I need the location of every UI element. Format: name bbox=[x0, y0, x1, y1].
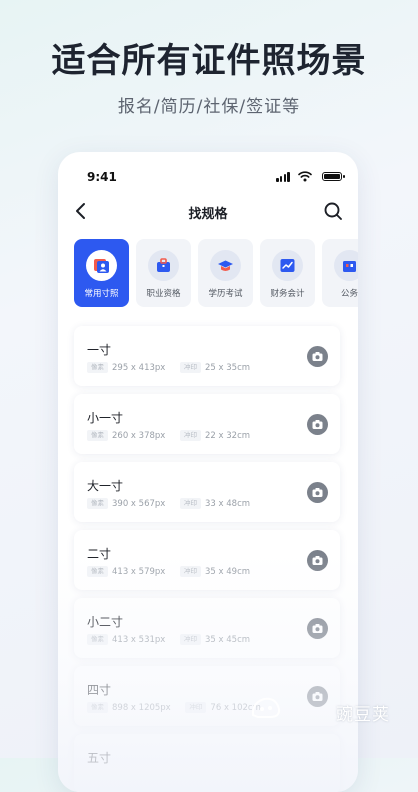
pixel-size: 295 x 413px bbox=[112, 362, 166, 373]
watermark-text: 豌豆荚 bbox=[336, 705, 390, 725]
category-label: 财务会计 bbox=[270, 289, 305, 299]
print-tag: 冲印 bbox=[180, 362, 202, 373]
nav-bar: 找规格 bbox=[58, 196, 358, 228]
spec-name: 大一寸 bbox=[87, 479, 124, 493]
signal-icon bbox=[276, 172, 290, 182]
spec-name: 一寸 bbox=[87, 343, 112, 357]
status-bar: 9:41 bbox=[58, 152, 358, 192]
spec-meta: 像素 413 x 531px 冲印 35 x 45cm bbox=[87, 634, 262, 646]
spec-meta: 像素 260 x 378px 冲印 22 x 32cm bbox=[87, 430, 262, 442]
category-tab-professional[interactable]: 职业资格 bbox=[136, 239, 191, 307]
spec-name: 四寸 bbox=[87, 683, 112, 697]
spec-name: 二寸 bbox=[87, 547, 112, 561]
pixel-tag: 像素 bbox=[87, 634, 108, 645]
status-time: 9:41 bbox=[87, 170, 117, 184]
category-tabs: 常用寸照 职业资格 学历考试 财务会计 公务 bbox=[74, 239, 358, 307]
pixel-tag: 像素 bbox=[87, 498, 108, 509]
print-size: 35 x 45cm bbox=[205, 634, 251, 645]
search-icon[interactable] bbox=[322, 200, 344, 222]
spec-card[interactable]: 大一寸 像素 390 x 567px 冲印 33 x 48cm bbox=[74, 462, 340, 522]
pixel-tag: 像素 bbox=[87, 702, 108, 713]
spec-name: 小二寸 bbox=[87, 615, 124, 629]
print-tag: 冲印 bbox=[180, 634, 202, 645]
spec-card[interactable]: 五寸 bbox=[74, 734, 340, 792]
spec-meta: 像素 295 x 413px 冲印 25 x 35cm bbox=[87, 362, 262, 374]
spec-meta: 像素 390 x 567px 冲印 33 x 48cm bbox=[87, 498, 262, 510]
camera-icon[interactable] bbox=[307, 346, 328, 367]
category-tab-civil[interactable]: 公务 bbox=[322, 239, 358, 307]
camera-icon[interactable] bbox=[307, 618, 328, 639]
pixel-size: 898 x 1205px bbox=[112, 702, 171, 713]
pixel-size: 390 x 567px bbox=[112, 498, 166, 509]
spec-name: 小一寸 bbox=[87, 411, 124, 425]
category-tab-common[interactable]: 常用寸照 bbox=[74, 239, 129, 307]
building-icon bbox=[334, 250, 358, 281]
phone-frame: 9:41 找规格 常用寸照 职业资格 学历考试 财务会计 公务 一寸 像素 29… bbox=[58, 152, 358, 792]
pixel-size: 413 x 579px bbox=[112, 566, 166, 577]
page-title: 找规格 bbox=[188, 207, 228, 222]
chart-icon bbox=[272, 250, 303, 281]
print-tag: 冲印 bbox=[180, 430, 202, 441]
print-tag: 冲印 bbox=[185, 702, 207, 713]
pixel-tag: 像素 bbox=[87, 430, 108, 441]
spec-card[interactable]: 二寸 像素 413 x 579px 冲印 35 x 49cm bbox=[74, 530, 340, 590]
camera-icon[interactable] bbox=[307, 414, 328, 435]
print-size: 22 x 32cm bbox=[205, 430, 251, 441]
pixel-tag: 像素 bbox=[87, 362, 108, 373]
hero-subtitle: 报名/简历/社保/签证等 bbox=[117, 97, 301, 117]
briefcase-icon bbox=[148, 250, 179, 281]
category-label: 职业资格 bbox=[146, 289, 181, 299]
battery-icon bbox=[322, 172, 345, 181]
status-icons bbox=[272, 170, 345, 182]
camera-icon[interactable] bbox=[307, 482, 328, 503]
pixel-tag: 像素 bbox=[87, 566, 108, 577]
category-tab-finance[interactable]: 财务会计 bbox=[260, 239, 315, 307]
category-label: 公务 bbox=[340, 289, 358, 299]
camera-icon[interactable] bbox=[307, 550, 328, 571]
spec-card[interactable]: 一寸 像素 295 x 413px 冲印 25 x 35cm bbox=[74, 326, 340, 386]
print-size: 35 x 49cm bbox=[205, 566, 251, 577]
wifi-icon bbox=[298, 171, 312, 182]
watermark-logo-icon bbox=[251, 697, 281, 718]
category-label: 常用寸照 bbox=[84, 289, 119, 299]
print-size: 25 x 35cm bbox=[205, 362, 251, 373]
camera-icon[interactable] bbox=[307, 686, 328, 707]
pixel-size: 260 x 378px bbox=[112, 430, 166, 441]
spec-card[interactable]: 小一寸 像素 260 x 378px 冲印 22 x 32cm bbox=[74, 394, 340, 454]
print-size: 33 x 48cm bbox=[205, 498, 251, 509]
print-tag: 冲印 bbox=[180, 498, 202, 509]
spec-card[interactable]: 小二寸 像素 413 x 531px 冲印 35 x 45cm bbox=[74, 598, 340, 658]
category-tab-education[interactable]: 学历考试 bbox=[198, 239, 253, 307]
hero-title: 适合所有证件照场景 bbox=[51, 41, 367, 81]
spec-card[interactable]: 四寸 像素 898 x 1205px 冲印 76 x 102cm bbox=[74, 666, 340, 726]
portrait-icon bbox=[86, 250, 117, 281]
spec-meta: 像素 898 x 1205px 冲印 76 x 102cm bbox=[87, 702, 273, 714]
category-label: 学历考试 bbox=[208, 289, 243, 299]
print-tag: 冲印 bbox=[180, 566, 202, 577]
pixel-size: 413 x 531px bbox=[112, 634, 166, 645]
graduation-cap-icon bbox=[210, 250, 241, 281]
spec-meta: 像素 413 x 579px 冲印 35 x 49cm bbox=[87, 566, 262, 578]
